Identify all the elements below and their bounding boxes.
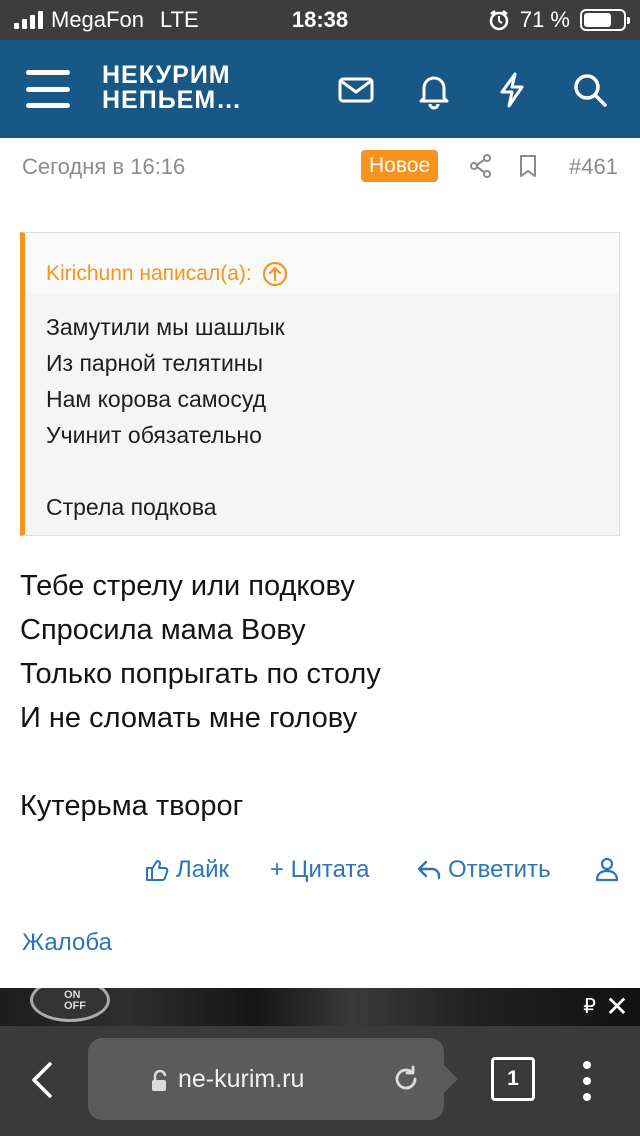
logo-line1: НЕКУРИМ <box>102 61 231 89</box>
ad-close-button[interactable]: ✕ <box>602 992 632 1022</box>
reply-button[interactable]: Ответить <box>416 856 551 884</box>
quote-button[interactable]: + Цитата <box>270 856 369 884</box>
post-body: Тебе стрелу или подкову Спросила мама Во… <box>20 564 381 828</box>
post-line: Тебе стрелу или подкову <box>20 570 355 602</box>
like-button[interactable]: Лайк <box>144 856 229 884</box>
quote-line: Учинит обязательно <box>46 422 262 448</box>
logo-line2: НЕПЬЕМ… <box>102 86 243 114</box>
status-bar: MegaFon LTE 18:38 71 % <box>0 0 640 40</box>
reply-label: Ответить <box>448 856 551 883</box>
post-line <box>20 740 381 784</box>
quote-line: Из парной телятины <box>46 350 264 376</box>
quote-line: Замутили мы шашлык <box>46 314 285 340</box>
battery-icon <box>580 9 630 31</box>
app-header: НЕКУРИМ НЕПЬЕМ… <box>0 40 640 138</box>
back-icon[interactable] <box>28 1060 56 1100</box>
more-icon[interactable] <box>583 1061 591 1101</box>
inbox-icon[interactable] <box>336 70 376 110</box>
post-line: Спросила мама Вову <box>20 614 306 646</box>
alarm-icon <box>489 10 509 31</box>
bell-icon[interactable] <box>414 70 454 110</box>
url-text[interactable]: ne-kurim.ru <box>178 1065 304 1094</box>
lightning-icon[interactable] <box>492 70 532 110</box>
address-bar[interactable]: ne-kurim.ru <box>88 1038 458 1120</box>
share-icon[interactable] <box>468 153 494 179</box>
thumbs-up-icon <box>146 860 169 881</box>
quote-line <box>46 453 619 489</box>
post-date[interactable]: Сегодня в 16:16 <box>22 154 185 180</box>
quote-header[interactable]: Kirichunn написал(а): <box>25 233 619 293</box>
new-badge: Новое <box>361 150 439 182</box>
post-number[interactable]: #461 <box>569 154 618 180</box>
ad-knob-text: ON OFF <box>64 990 86 1012</box>
ad-banner[interactable]: ON OFF ₽ ✕ <box>0 988 640 1026</box>
ad-currency: ₽ <box>583 996 596 1018</box>
site-logo[interactable]: НЕКУРИМ НЕПЬЕМ… <box>102 63 242 113</box>
lock-icon <box>150 1069 170 1092</box>
search-icon[interactable] <box>570 70 610 110</box>
post-line: И не сломать мне голову <box>20 702 358 734</box>
browser-toolbar: ne-kurim.ru 1 <box>0 1026 640 1136</box>
report-link[interactable]: Жалоба <box>22 929 112 957</box>
quote-block: Kirichunn написал(а): Замутили мы шашлык… <box>20 232 620 536</box>
tabs-button[interactable]: 1 <box>491 1057 535 1101</box>
quote-line: Стрела подкова <box>46 494 217 520</box>
reply-icon <box>417 860 441 880</box>
quote-body: Замутили мы шашлык Из парной телятины На… <box>25 293 619 525</box>
status-right: 71 % <box>488 7 630 33</box>
user-icon[interactable] <box>594 856 620 882</box>
bookmark-icon[interactable] <box>515 153 541 179</box>
post-line: Только попрыгать по столу <box>20 658 381 690</box>
like-label: Лайк <box>176 856 230 883</box>
quote-author[interactable]: Kirichunn написал(а): <box>46 262 252 286</box>
reload-icon[interactable] <box>392 1065 420 1093</box>
post-meta: Сегодня в 16:16 Новое #461 <box>22 150 618 184</box>
quote-line: Нам корова самосуд <box>46 386 266 412</box>
battery-percent: 71 % <box>519 7 570 32</box>
ad-knob-off: OFF <box>64 1000 86 1012</box>
post-actions: Лайк + Цитата Ответить <box>0 852 640 892</box>
post-line: Кутерьма творог <box>20 790 244 822</box>
arrow-up-circle-icon[interactable] <box>262 261 288 287</box>
quote-label: + Цитата <box>270 856 370 883</box>
menu-icon[interactable] <box>26 70 70 108</box>
